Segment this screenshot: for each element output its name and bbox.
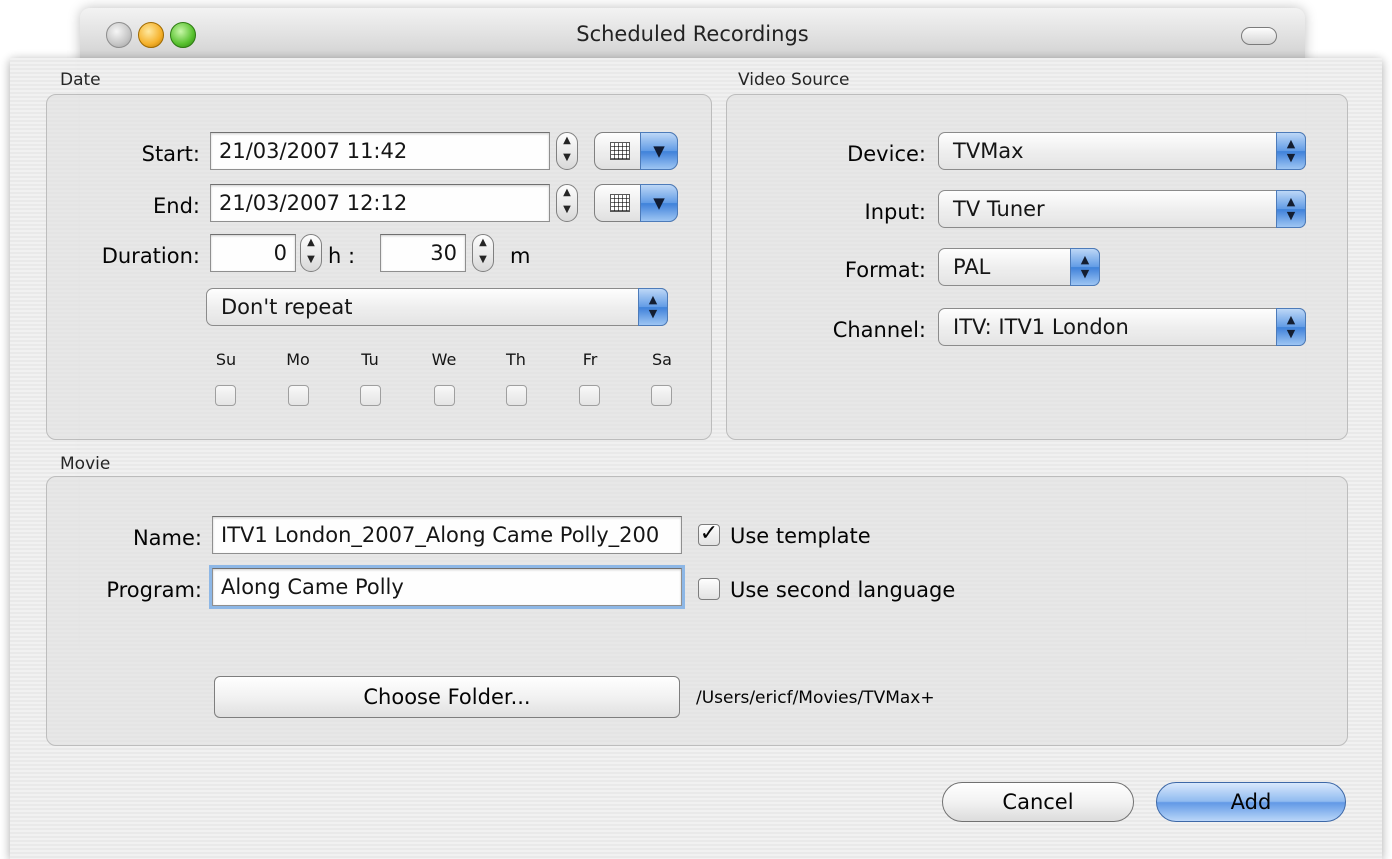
repeat-popup-value: Don't repeat — [221, 295, 353, 319]
popup-arrows-icon: ▲ ▼ — [1276, 308, 1306, 346]
channel-popup-value: ITV: ITV1 London — [953, 315, 1129, 339]
use-template-label: Use template — [730, 524, 871, 548]
duration-label: Duration: — [101, 244, 200, 268]
title-bar: Scheduled Recordings — [80, 8, 1305, 59]
chevron-down-icon: ▼ — [640, 184, 678, 222]
video-source-group-label: Video Source — [738, 70, 850, 90]
calendar-icon — [610, 194, 630, 212]
day-checkbox-friday[interactable] — [579, 385, 600, 406]
movie-name-field[interactable]: ITV1 London_2007_Along Came Polly_200 — [212, 516, 682, 554]
repeat-popup[interactable]: Don't repeat ▲ ▼ — [206, 288, 668, 326]
window-title: Scheduled Recordings — [576, 22, 809, 46]
popup-arrows-icon: ▲ ▼ — [638, 288, 668, 326]
channel-label: Channel: — [832, 318, 926, 342]
popup-arrows-icon: ▲ ▼ — [1276, 190, 1306, 228]
date-group-label: Date — [60, 70, 101, 90]
day-checkbox-monday[interactable] — [288, 385, 309, 406]
folder-path-label: /Users/ericf/Movies/TVMax+ — [696, 688, 935, 708]
use-second-language-label: Use second language — [730, 578, 956, 602]
program-label: Program: — [106, 578, 202, 602]
input-popup-value: TV Tuner — [953, 197, 1045, 221]
add-button[interactable]: Add — [1156, 782, 1346, 822]
cancel-button[interactable]: Cancel — [942, 782, 1134, 822]
day-label-saturday: Sa — [652, 350, 672, 369]
calendar-icon — [610, 142, 630, 160]
day-checkbox-saturday[interactable] — [651, 385, 672, 406]
day-checkbox-wednesday[interactable] — [434, 385, 455, 406]
chevron-down-icon: ▼ — [640, 132, 678, 170]
day-label-tuesday: Tu — [361, 350, 379, 369]
choose-folder-button[interactable]: Choose Folder... — [214, 676, 680, 718]
channel-popup[interactable]: ITV: ITV1 London ▲ ▼ — [938, 308, 1306, 346]
hours-stepper[interactable]: ▲ ▼ — [300, 234, 322, 272]
movie-group-label: Movie — [60, 454, 111, 474]
day-label-sunday: Su — [215, 350, 237, 369]
end-datetime-field[interactable]: 21/03/2007 12:12 — [210, 184, 550, 222]
checkmark-icon: ✓ — [699, 521, 719, 546]
day-checkbox-sunday[interactable] — [215, 385, 236, 406]
use-template-checkbox[interactable]: ✓ — [698, 521, 720, 546]
start-label: Start: — [141, 142, 200, 166]
use-second-language-checkbox[interactable] — [698, 578, 720, 600]
day-checkbox-thursday[interactable] — [506, 385, 527, 406]
program-field[interactable]: Along Came Polly — [212, 568, 682, 606]
start-stepper[interactable]: ▲ ▼ — [556, 132, 578, 170]
end-label: End: — [153, 194, 200, 218]
minutes-stepper[interactable]: ▲ ▼ — [472, 234, 494, 272]
device-label: Device: — [847, 142, 926, 166]
popup-arrows-icon: ▲ ▼ — [1276, 132, 1306, 170]
day-label-monday: Mo — [286, 350, 310, 369]
end-calendar-button[interactable]: ▼ — [594, 184, 678, 222]
format-popup-value: PAL — [953, 255, 991, 279]
start-datetime-field[interactable]: 21/03/2007 11:42 — [210, 132, 550, 170]
minutes-unit-label: m — [510, 244, 531, 268]
scheduled-recording-sheet: Date Start: 21/03/2007 11:42 ▲ ▼ ▼ End: 2… — [10, 58, 1382, 859]
day-label-thursday: Th — [506, 350, 526, 369]
input-popup[interactable]: TV Tuner ▲ ▼ — [938, 190, 1306, 228]
popup-arrows-icon: ▲ ▼ — [1070, 248, 1100, 286]
start-calendar-button[interactable]: ▼ — [594, 132, 678, 170]
duration-minutes-field[interactable]: 30 — [380, 234, 466, 272]
duration-hours-field[interactable]: 0 — [210, 234, 296, 272]
toolbar-toggle-button[interactable] — [1241, 27, 1277, 45]
format-label: Format: — [844, 258, 926, 282]
day-label-wednesday: We — [431, 350, 457, 369]
end-stepper[interactable]: ▲ ▼ — [556, 184, 578, 222]
device-popup-value: TVMax — [953, 139, 1024, 163]
day-checkbox-tuesday[interactable] — [360, 385, 381, 406]
device-popup[interactable]: TVMax ▲ ▼ — [938, 132, 1306, 170]
format-popup[interactable]: PAL ▲ ▼ — [938, 248, 1100, 286]
day-label-friday: Fr — [582, 350, 598, 369]
name-label: Name: — [132, 526, 202, 550]
hours-unit-label: h : — [328, 244, 356, 268]
input-label: Input: — [864, 200, 926, 224]
